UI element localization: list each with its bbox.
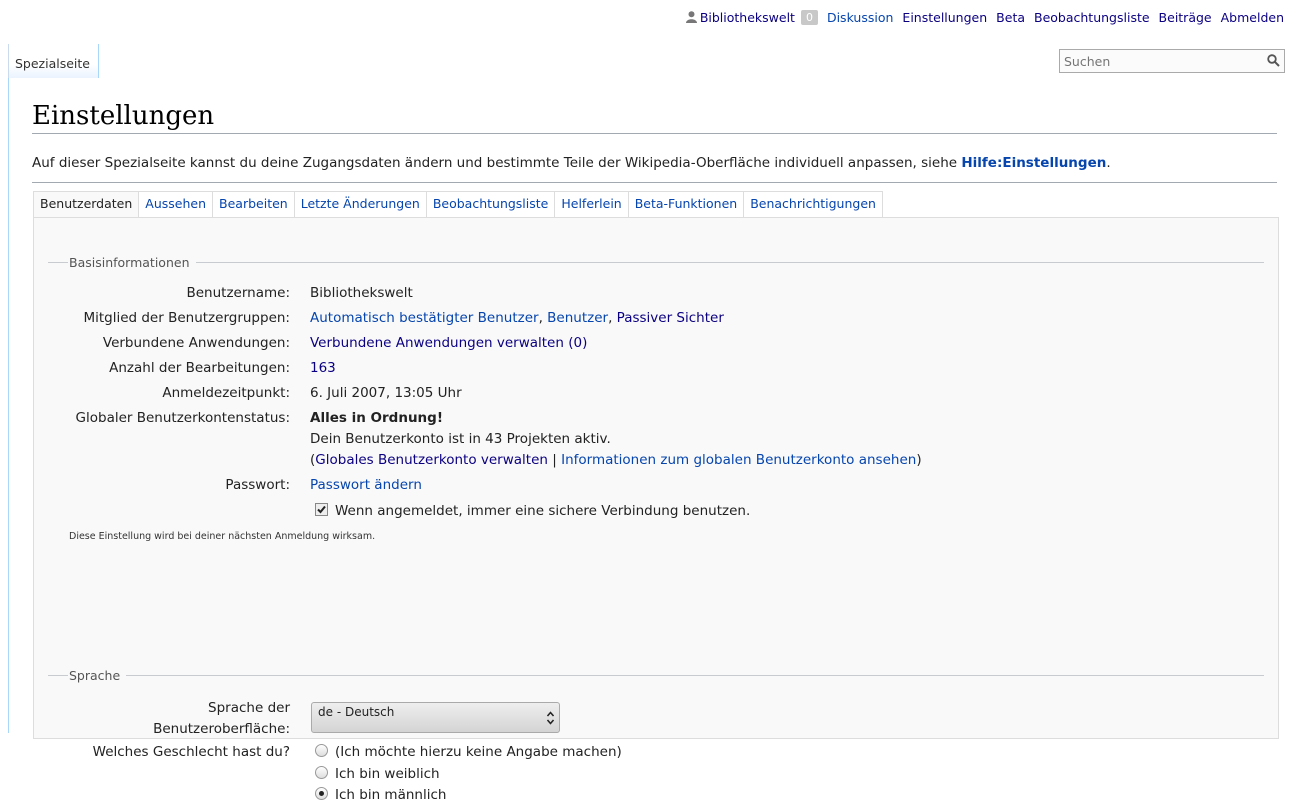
- page-title: Einstellungen: [32, 101, 1277, 134]
- contributions-link[interactable]: Beiträge: [1159, 10, 1212, 25]
- language-legend-label: Sprache: [68, 668, 127, 683]
- group-user-link[interactable]: Benutzer: [547, 310, 608, 326]
- manage-apps-link[interactable]: Verbundene Anwendungen verwalten (0): [310, 335, 587, 351]
- preferences-link[interactable]: Einstellungen: [902, 10, 987, 25]
- user-link[interactable]: Bibliothekswelt: [685, 9, 795, 25]
- username-field-label: Benutzername:: [186, 285, 290, 301]
- personal-tools: Bibliothekswelt 0 Diskussion Einstellung…: [685, 8, 1284, 26]
- tab-user-profile[interactable]: Benutzerdaten: [33, 191, 140, 218]
- basic-info-legend: Basisinformationen: [48, 255, 1264, 270]
- gender-radio-none[interactable]: [315, 744, 328, 757]
- search-input[interactable]: [1060, 51, 1264, 71]
- ui-language-label: Sprache der Benutzeroberfläche:: [153, 700, 290, 737]
- intro-text: Auf dieser Spezialseite kannst du deine …: [32, 155, 1111, 171]
- content-area: Einstellungen Auf dieser Spezialseite ka…: [8, 78, 1294, 803]
- gender-radio-male[interactable]: [315, 787, 328, 800]
- global-status-text: Dein Benutzerkonto ist in 43 Projekten a…: [310, 431, 611, 447]
- gender-option-male: Ich bin männlich: [335, 787, 447, 803]
- group-passive-reviewer-link[interactable]: Passiver Sichter: [617, 310, 724, 326]
- language-legend: Sprache: [48, 668, 1264, 683]
- namespace-tabs: Spezialseite: [8, 44, 99, 78]
- username-label: Bibliothekswelt: [699, 9, 795, 25]
- registration-value: 6. Juli 2007, 13:05 Uhr: [310, 385, 462, 401]
- intro-end: .: [1106, 155, 1111, 171]
- gender-option-none: (Ich möchte hierzu keine Angabe machen): [335, 744, 622, 760]
- group-autoconfirmed-link[interactable]: Automatisch bestätigter Benutzer: [310, 310, 539, 326]
- edit-count-label: Anzahl der Bearbeitungen:: [109, 360, 290, 376]
- user-icon: [685, 11, 697, 23]
- talk-link[interactable]: Diskussion: [827, 10, 893, 25]
- logout-link[interactable]: Abmelden: [1221, 10, 1284, 25]
- connected-apps-label: Verbundene Anwendungen:: [102, 335, 290, 351]
- search-box: [1059, 49, 1285, 73]
- tab-recent-changes[interactable]: Letzte Änderungen: [294, 191, 427, 218]
- login-note: Diese Einstellung wird bei deiner nächst…: [69, 531, 376, 542]
- preferences-panel: Basisinformationen Benutzername: Bibliot…: [33, 217, 1279, 803]
- ui-language-value: de - Deutsch: [318, 705, 395, 719]
- secure-connection-checkbox[interactable]: [315, 503, 328, 516]
- intro-divider: [32, 182, 1277, 183]
- registration-label: Anmeldezeitpunkt:: [162, 385, 290, 401]
- watchlist-link[interactable]: Beobachtungsliste: [1034, 10, 1150, 25]
- manage-global-account-link[interactable]: Globales Benutzerkonto verwalten: [315, 452, 548, 468]
- global-status-label: Globaler Benutzerkontenstatus:: [75, 410, 290, 426]
- change-password-link[interactable]: Passwort ändern: [310, 477, 422, 493]
- gender-label: Welches Geschlecht hast du?: [92, 744, 290, 760]
- search-icon[interactable]: [1267, 54, 1280, 67]
- gender-radio-female[interactable]: [315, 766, 328, 779]
- username-value: Bibliothekswelt: [310, 285, 413, 301]
- global-status-value: Alles in Ordnung!: [310, 410, 443, 426]
- gender-option-female: Ich bin weiblich: [335, 766, 440, 782]
- tab-special-page[interactable]: Spezialseite: [15, 56, 90, 71]
- notification-badge[interactable]: 0: [800, 9, 818, 25]
- intro-body: Auf dieser Spezialseite kannst du deine …: [32, 155, 962, 171]
- tab-notifications[interactable]: Benachrichtigungen: [744, 191, 883, 218]
- tab-beta-features[interactable]: Beta-Funktionen: [628, 191, 745, 218]
- select-arrows-icon: [547, 711, 554, 725]
- checkmark-icon: [317, 505, 326, 514]
- global-account-info-link[interactable]: Informationen zum globalen Benutzerkonto…: [561, 452, 916, 468]
- secure-connection-label: Wenn angemeldet, immer eine sichere Verb…: [335, 503, 751, 519]
- beta-link[interactable]: Beta: [996, 10, 1025, 25]
- help-link[interactable]: Hilfe:Einstellungen: [961, 155, 1106, 171]
- ui-language-select[interactable]: de - Deutsch: [311, 702, 560, 733]
- password-label: Passwort:: [225, 477, 290, 493]
- preferences-tabs: Benutzerdaten Aussehen Bearbeiten Letzte…: [33, 191, 883, 218]
- tab-appearance[interactable]: Aussehen: [139, 191, 214, 218]
- groups-label: Mitglied der Benutzergruppen:: [83, 310, 290, 326]
- edit-count-link[interactable]: 163: [310, 360, 336, 376]
- tab-gadgets[interactable]: Helferlein: [555, 191, 629, 218]
- basic-info-legend-label: Basisinformationen: [68, 255, 196, 270]
- row-ui-language: Sprache der Benutzeroberfläche: de - Deut…: [34, 698, 1264, 743]
- tab-watchlist[interactable]: Beobachtungsliste: [426, 191, 556, 218]
- tab-editing[interactable]: Bearbeiten: [213, 191, 295, 218]
